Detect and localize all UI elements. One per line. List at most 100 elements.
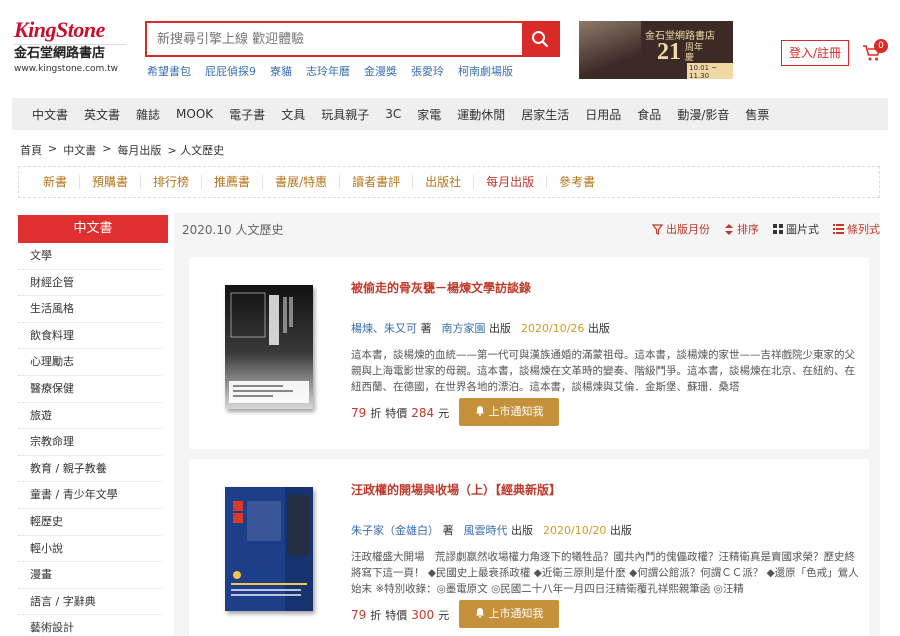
logo-stone: Stone <box>56 17 105 42</box>
discount-suffix: 折 <box>370 407 382 420</box>
product-author[interactable]: 楊煉、朱又可 <box>351 322 417 335</box>
product-description: 這本書，談楊煉的血統——第一代可與漢族通婚的滿蒙祖母。這本書，談楊煉的家世——吉… <box>351 349 855 393</box>
date-suffix: 出版 <box>609 524 632 537</box>
sub-nav-item[interactable]: 參考書 <box>547 175 607 189</box>
date-suffix: 出版 <box>587 322 610 335</box>
sub-nav-item[interactable]: 預購書 <box>80 175 142 189</box>
cart-button[interactable]: 0 <box>862 39 888 65</box>
product-price: 79 折 特價 284 元 <box>351 405 449 421</box>
product-author[interactable]: 朱子家（金雄白） <box>351 524 439 537</box>
hot-keyword[interactable]: 寮貓 <box>270 63 292 79</box>
product-title[interactable]: 汪政權的開場與收場（上）【經典新版】 <box>351 481 561 498</box>
site-logo[interactable]: KingStone 金石堂網路書店 www.kingstone.com.tw <box>14 18 126 75</box>
main-nav-item[interactable]: 英文書 <box>76 106 128 123</box>
sidebar-item[interactable]: 教育 / 親子教養 <box>18 456 162 483</box>
product-card: 被偷走的骨灰甕－楊煉文學訪談錄 楊煉、朱又可 著 南方家園 出版 2020/10… <box>189 257 869 449</box>
breadcrumb-category[interactable]: 中文書 <box>63 142 96 158</box>
main-nav-item[interactable]: 雜誌 <box>128 106 168 123</box>
notify-button[interactable]: 上市通知我 <box>459 600 559 628</box>
anniversary-banner[interactable]: 金石堂網路書店 21 周年慶 10.01 ~ 11.30 <box>579 21 733 79</box>
price-suffix: 元 <box>438 609 450 622</box>
main-nav-item[interactable]: 動漫/影音 <box>669 106 737 123</box>
search-input[interactable] <box>147 23 522 55</box>
sidebar-item[interactable]: 宗教命理 <box>18 429 162 456</box>
author-suffix: 著 <box>420 322 432 335</box>
sort-label: 排序 <box>737 223 759 236</box>
hot-keyword[interactable]: 金漫獎 <box>364 63 397 79</box>
sidebar-item[interactable]: 輕歷史 <box>18 509 162 536</box>
sidebar-item[interactable]: 藝術設計 <box>18 615 162 636</box>
login-button[interactable]: 登入/註冊 <box>781 40 849 66</box>
product-date: 2020/10/26 <box>521 322 585 335</box>
sidebar-item[interactable]: 文學 <box>18 243 162 270</box>
hot-keyword[interactable]: 柯南劇場版 <box>458 63 513 79</box>
main-nav-item[interactable]: 食品 <box>629 106 669 123</box>
main-nav-item[interactable]: 售票 <box>737 106 777 123</box>
list-view-button[interactable]: 條列式 <box>833 221 880 237</box>
main-nav-item[interactable]: 家電 <box>409 106 449 123</box>
main-nav-item[interactable]: 居家生活 <box>513 106 577 123</box>
sort-icon <box>725 223 733 235</box>
sub-nav-item[interactable]: 推薦書 <box>202 175 264 189</box>
main-nav-item[interactable]: MOOK <box>168 107 221 121</box>
sub-nav-item[interactable]: 讀者書評 <box>340 175 414 189</box>
sidebar-title[interactable]: 中文書 <box>18 215 168 243</box>
main-nav-item[interactable]: 中文書 <box>12 106 76 123</box>
main-nav-item[interactable]: 運動休閒 <box>449 106 513 123</box>
sidebar-item[interactable]: 飲食料理 <box>18 323 162 350</box>
book-cover-art <box>225 285 313 409</box>
product-publisher[interactable]: 風雲時代 <box>464 524 508 537</box>
sidebar-item[interactable]: 心理勵志 <box>18 349 162 376</box>
grid-view-button[interactable]: 圖片式 <box>773 221 819 237</box>
product-date: 2020/10/20 <box>543 524 607 537</box>
sidebar-item[interactable]: 漫畫 <box>18 562 162 589</box>
sub-nav: 新書 預購書 排行榜 推薦書 書展/特惠 讀者書評 出版社 每月出版 參考書 <box>18 166 880 198</box>
search-button[interactable] <box>522 23 558 55</box>
sidebar-item[interactable]: 財經企管 <box>18 270 162 297</box>
sidebar-item[interactable]: 生活風格 <box>18 296 162 323</box>
filter-month-button[interactable]: 出版月份 <box>652 221 710 237</box>
price-suffix: 元 <box>438 407 450 420</box>
sub-nav-item[interactable]: 書展/特惠 <box>263 175 341 189</box>
product-title[interactable]: 被偷走的骨灰甕－楊煉文學訪談錄 <box>351 279 531 296</box>
logo-chinese-name: 金石堂網路書店 <box>14 44 126 63</box>
price-label: 特價 <box>385 407 408 420</box>
sub-nav-item[interactable]: 新書 <box>31 175 81 189</box>
main-nav-item[interactable]: 電子書 <box>221 106 273 123</box>
hot-keyword[interactable]: 志玲年曆 <box>306 63 350 79</box>
main-nav-item[interactable]: 3C <box>377 107 409 121</box>
main-nav-item[interactable]: 日用品 <box>577 106 629 123</box>
sidebar-item[interactable]: 旅遊 <box>18 403 162 430</box>
hot-keyword[interactable]: 張愛玲 <box>411 63 444 79</box>
notify-label: 上市通知我 <box>488 607 544 620</box>
breadcrumb-separator: > <box>102 142 112 155</box>
sub-nav-item[interactable]: 排行榜 <box>141 175 203 189</box>
filter-icon <box>652 223 663 235</box>
sidebar-item[interactable]: 輕小說 <box>18 536 162 563</box>
notify-button[interactable]: 上市通知我 <box>459 398 559 426</box>
list-icon <box>833 224 844 234</box>
sidebar-item[interactable]: 語言 / 字辭典 <box>18 589 162 616</box>
breadcrumb-current: > 人文歷史 <box>167 144 225 157</box>
sidebar-item[interactable]: 醫療保健 <box>18 376 162 403</box>
sub-nav-item-active[interactable]: 每月出版 <box>474 175 548 189</box>
sub-nav-item[interactable]: 出版社 <box>413 175 475 189</box>
book-cover-1[interactable] <box>225 285 313 409</box>
hot-keyword[interactable]: 希望書包 <box>147 63 191 79</box>
breadcrumb-monthly[interactable]: 每月出版 <box>117 142 161 158</box>
sidebar-item[interactable]: 童書 / 青少年文學 <box>18 482 162 509</box>
sort-button[interactable]: 排序 <box>724 221 759 237</box>
hot-keyword[interactable]: 屁屁偵探9 <box>205 63 256 79</box>
grid-icon <box>773 224 783 234</box>
banner-suffix: 周年慶 <box>685 43 704 63</box>
book-cover-2[interactable] <box>225 487 313 611</box>
discount-value: 79 <box>351 406 367 420</box>
main-nav-item[interactable]: 玩具親子 <box>313 106 377 123</box>
product-meta: 朱子家（金雄白） 著 風雲時代 出版 2020/10/20 出版 <box>351 522 632 538</box>
breadcrumb-separator: > <box>48 142 58 155</box>
breadcrumb-home[interactable]: 首頁 <box>20 142 42 158</box>
main-nav-item[interactable]: 文具 <box>273 106 313 123</box>
hot-keywords: 希望書包 屁屁偵探9 寮貓 志玲年曆 金漫獎 張愛玲 柯南劇場版 <box>147 63 513 79</box>
product-publisher[interactable]: 南方家園 <box>442 322 486 335</box>
discount-value: 79 <box>351 608 367 622</box>
